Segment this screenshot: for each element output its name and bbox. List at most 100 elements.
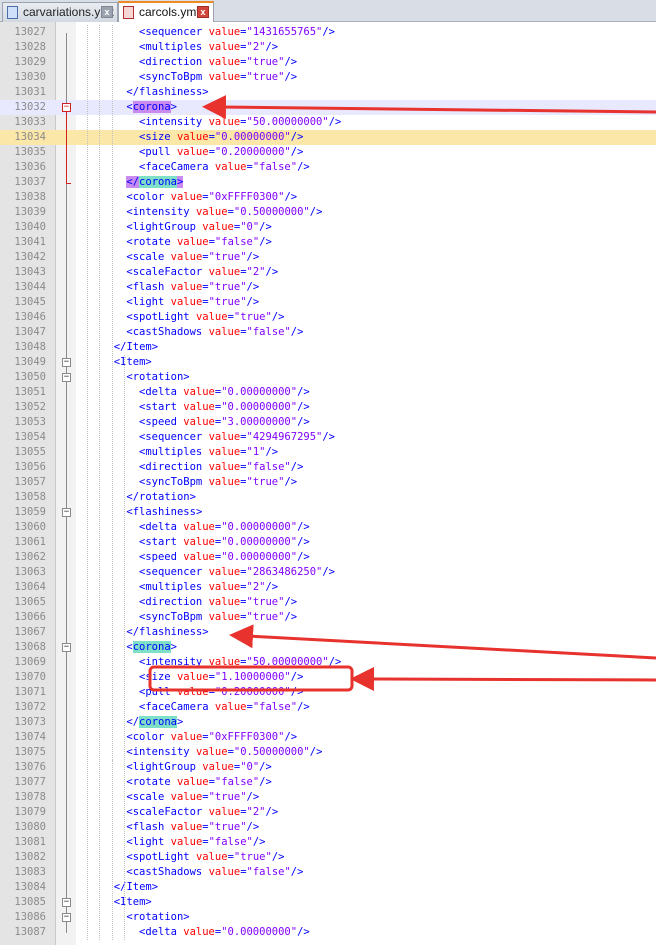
code-token: />: [322, 566, 336, 578]
code-text: <start value="0.00000000"/>: [139, 535, 310, 550]
fold-end: [66, 182, 71, 184]
code-token: "true": [208, 251, 247, 263]
code-token: color: [132, 731, 165, 743]
code-token: "false": [252, 161, 298, 173]
code-text: <Item>: [114, 895, 152, 910]
code-text: <lightGroup value="0"/>: [126, 760, 271, 775]
code-token: value: [183, 416, 215, 428]
code-token: "2": [246, 41, 266, 53]
code-text: <speed value="0.00000000"/>: [139, 550, 310, 565]
code-token: "1431655765": [246, 26, 323, 38]
fold-toggle-icon[interactable]: −: [62, 103, 71, 112]
code-token: value: [170, 836, 203, 848]
code-token: Item: [126, 881, 152, 893]
code-token: "50.00000000": [246, 116, 329, 128]
code-token: value: [208, 326, 241, 338]
line-number: 13057: [14, 476, 46, 488]
line-number: 13074: [14, 731, 46, 743]
code-token: value: [195, 206, 228, 218]
line-number: 13031: [14, 86, 46, 98]
indent-guide: [99, 25, 100, 940]
code-token: />: [297, 401, 310, 413]
code-token: />: [328, 656, 342, 668]
code-token: </: [126, 176, 140, 188]
code-token: />: [328, 116, 342, 128]
line-number: 13076: [14, 761, 46, 773]
code-text: <flash value="true"/>: [126, 280, 259, 295]
close-icon[interactable]: x: [197, 6, 209, 18]
code-text: <intensity value="50.00000000"/>: [139, 655, 341, 670]
line-number: 13061: [14, 536, 46, 548]
code-token: >: [145, 356, 152, 368]
code-token: scaleFactor: [132, 266, 203, 278]
code-text: <rotate value="false"/>: [126, 235, 271, 250]
tab-carcols[interactable]: carcols.ymt x: [118, 1, 214, 22]
code-token: value: [208, 566, 241, 578]
line-number: 13044: [14, 281, 46, 293]
code-token: castShadows: [132, 866, 203, 878]
code-token: pull: [145, 146, 171, 158]
fold-toggle-icon[interactable]: −: [62, 373, 71, 382]
line-number: 13029: [14, 56, 46, 68]
line-number: 13086: [14, 911, 46, 923]
code-text: <delta value="0.00000000"/>: [139, 925, 310, 940]
code-token: "false": [252, 701, 298, 713]
code-token: >: [195, 506, 203, 518]
code-text: <direction value="false"/>: [139, 460, 303, 475]
line-number: 13046: [14, 311, 46, 323]
code-token: "true": [233, 311, 272, 323]
fold-toggle-icon[interactable]: −: [62, 898, 71, 907]
code-token: light: [132, 296, 165, 308]
code-text: <color value="0xFFFF0300"/>: [126, 190, 297, 205]
code-editor[interactable]: 13027 <sequencer value="1431655765"/> 1302…: [0, 22, 656, 945]
line-number: 13085: [14, 896, 46, 908]
close-icon[interactable]: x: [101, 6, 113, 18]
indent-guide: [112, 760, 113, 940]
code-token: />: [284, 476, 298, 488]
code-token: value: [208, 116, 241, 128]
code-token: value: [183, 536, 215, 548]
line-number: 13059: [14, 506, 46, 518]
code-token: />: [265, 581, 279, 593]
file-icon: [123, 6, 134, 19]
code-token: spotLight: [132, 311, 190, 323]
code-text: <size value="1.10000000"/>: [139, 670, 303, 685]
code-token: />: [246, 296, 260, 308]
code-token: >: [202, 86, 209, 98]
code-text: <intensity value="0.50000000"/>: [126, 745, 322, 760]
code-text: <multiples value="2"/>: [139, 40, 278, 55]
line-number: 13065: [14, 596, 46, 608]
code-token: />: [271, 851, 285, 863]
code-text: <rotation>: [126, 910, 189, 925]
line-number: 13039: [14, 206, 46, 218]
code-token: />: [297, 386, 310, 398]
code-token: "2": [246, 266, 266, 278]
code-text: </flashiness>: [126, 85, 208, 100]
code-token: value: [170, 296, 203, 308]
code-text: <size value="0.00000000"/>: [139, 130, 303, 145]
code-text: </corona>: [126, 715, 183, 730]
code-token: "2863486250": [246, 566, 323, 578]
code-token: value: [183, 401, 215, 413]
code-token: value: [208, 431, 241, 443]
code-token: >: [183, 911, 190, 923]
code-token: rotate: [132, 776, 171, 788]
code-token: "0.00000000": [221, 521, 298, 533]
code-token: spotLight: [132, 851, 190, 863]
code-token: />: [290, 686, 304, 698]
code-token: />: [297, 701, 310, 713]
code-token: rotate: [132, 236, 171, 248]
line-number: 13083: [14, 866, 46, 878]
line-number: 13080: [14, 821, 46, 833]
fold-toggle-icon[interactable]: −: [62, 643, 71, 652]
fold-toggle-icon[interactable]: −: [62, 913, 71, 922]
code-token: />: [259, 776, 272, 788]
code-token: </: [113, 341, 127, 353]
tab-carvariations[interactable]: carvariations.ymt x: [2, 2, 118, 22]
code-token: scale: [132, 791, 165, 803]
code-token: corona: [132, 641, 171, 653]
code-token: "0.00000000": [214, 131, 291, 143]
fold-toggle-icon[interactable]: −: [62, 358, 71, 367]
code-text: <sequencer value="2863486250"/>: [139, 565, 335, 580]
fold-toggle-icon[interactable]: −: [62, 508, 71, 517]
